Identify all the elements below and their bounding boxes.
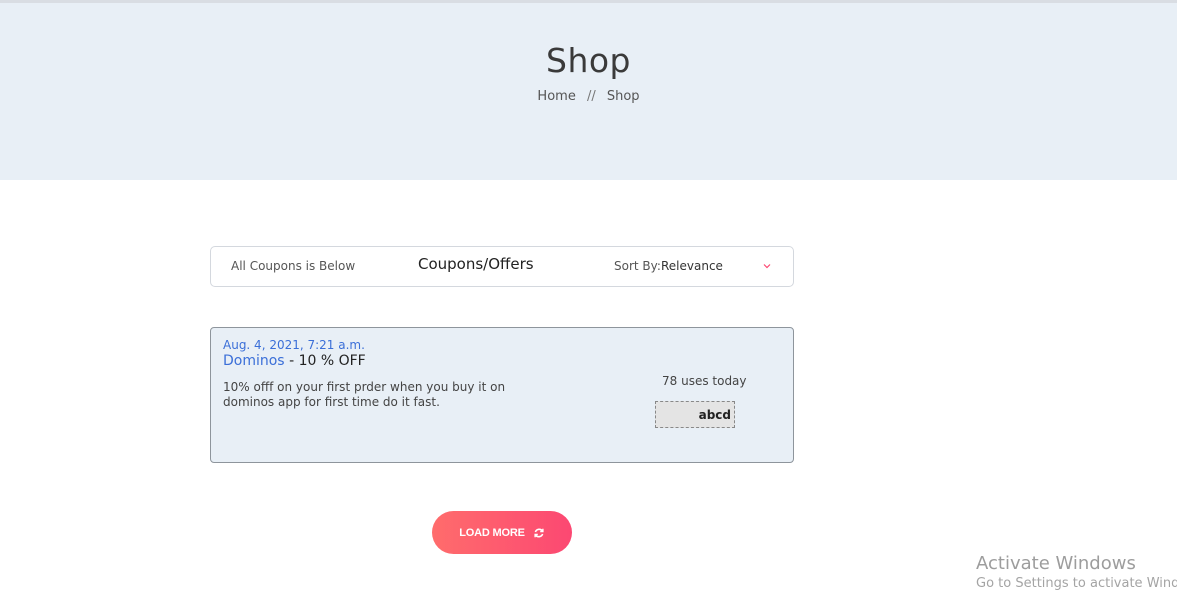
coupon-uses-count: 78 uses today [662,374,747,388]
breadcrumb-home-link[interactable]: Home [537,89,575,104]
sort-select[interactable]: Relevance [659,254,779,280]
coupon-date: Aug. 4, 2021, 7:21 a.m. [223,338,365,352]
coupon-card: Aug. 4, 2021, 7:21 a.m. Dominos - 10 % O… [210,327,794,463]
page-header-banner: Shop Home // Shop [0,3,1177,180]
breadcrumb-current: Shop [606,89,640,104]
sort-by-label: Sort By: [614,259,661,273]
sort-selected-value: Relevance [661,259,723,273]
refresh-icon [534,528,544,537]
watermark-subtitle: Go to Settings to activate Windows. [976,576,1177,591]
load-more-label: LOAD MORE [459,526,525,539]
breadcrumb-separator: // [586,89,596,104]
coupon-headline: Dominos - 10 % OFF [223,353,366,369]
coupon-discount: 10 % OFF [298,353,366,369]
chevron-down-icon [763,264,771,269]
breadcrumb: Home // Shop [0,89,1177,104]
activate-windows-watermark: Activate Windows Go to Settings to activ… [976,553,1177,591]
coupon-dash: - [289,353,295,369]
coupon-brand-link[interactable]: Dominos [223,353,285,369]
coupon-filter-bar: All Coupons is Below Coupons/Offers Sort… [210,246,794,287]
watermark-title: Activate Windows [976,553,1136,574]
coupons-intro-text: All Coupons is Below [231,259,356,273]
coupon-code-button[interactable]: abcd [655,401,735,428]
page-title: Shop [546,41,631,80]
coupon-description: 10% offf on your first prder when you bu… [223,380,506,409]
load-more-button[interactable]: LOAD MORE [432,511,572,554]
coupons-section-title: Coupons/Offers [418,255,534,273]
